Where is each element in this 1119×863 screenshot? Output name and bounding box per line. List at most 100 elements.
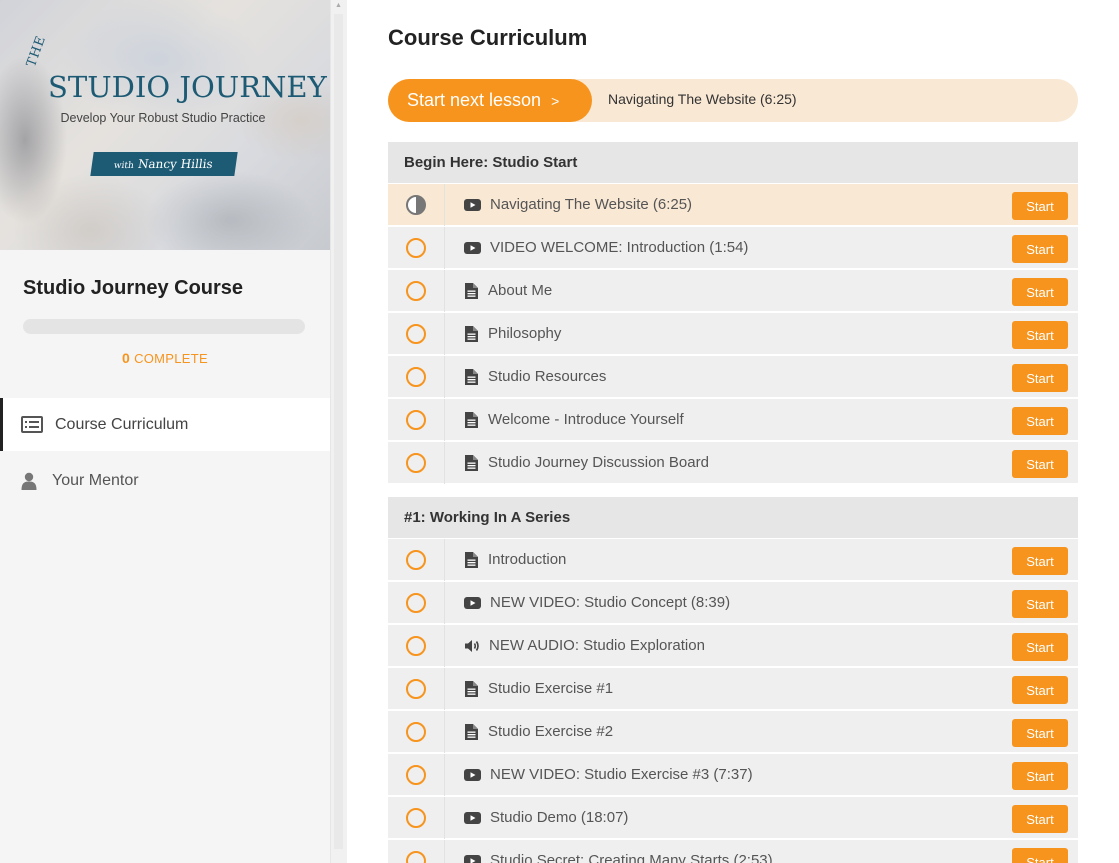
lesson-row[interactable]: Philosophy Start — [388, 312, 1078, 355]
youtube-icon — [464, 754, 481, 796]
lesson-title[interactable]: Studio Secret: Creating Many Starts (2:5… — [490, 840, 773, 863]
circle-icon — [406, 281, 426, 301]
start-next-lesson-label: Start next lesson — [407, 90, 542, 110]
start-lesson-button[interactable]: Start — [1012, 590, 1068, 618]
course-banner-image: THE STUDIO JOURNEY Develop Your Robust S… — [0, 0, 330, 250]
lesson-status-cell — [388, 356, 445, 398]
banner-title: STUDIO JOURNEY — [48, 70, 327, 104]
lesson-row[interactable]: Studio Exercise #2 Start — [388, 710, 1078, 753]
document-icon — [465, 539, 478, 581]
start-lesson-button[interactable]: Start — [1012, 450, 1068, 478]
lesson-title[interactable]: Studio Demo (18:07) — [490, 797, 628, 839]
document-icon — [465, 356, 478, 398]
lesson-row[interactable]: VIDEO WELCOME: Introduction (1:54) Start — [388, 226, 1078, 269]
sidebar: THE STUDIO JOURNEY Develop Your Robust S… — [0, 0, 330, 863]
scroll-up-icon[interactable]: ▲ — [334, 2, 343, 10]
lesson-title[interactable]: Philosophy — [488, 313, 561, 355]
lesson-title[interactable]: About Me — [488, 270, 552, 312]
nav-your-mentor-label: Your Mentor — [52, 471, 139, 489]
circle-icon — [406, 851, 426, 863]
section-header: #1: Working In A Series — [388, 497, 1078, 538]
youtube-icon — [464, 227, 481, 269]
start-next-lesson-button[interactable]: Start next lesson > — [388, 79, 592, 122]
lesson-title[interactable]: NEW VIDEO: Studio Concept (8:39) — [490, 582, 730, 624]
speaker-icon — [464, 625, 481, 667]
start-lesson-button[interactable]: Start — [1012, 805, 1068, 833]
page-title: Course Curriculum — [388, 25, 588, 50]
circle-icon — [406, 367, 426, 387]
lesson-title[interactable]: NEW VIDEO: Studio Exercise #3 (7:37) — [490, 754, 753, 796]
lesson-row[interactable]: Welcome - Introduce Yourself Start — [388, 398, 1078, 441]
lesson-title[interactable]: Studio Resources — [488, 356, 606, 398]
lesson-title[interactable]: Studio Exercise #1 — [488, 668, 613, 710]
circle-icon — [406, 636, 426, 656]
half-circle-icon — [406, 195, 426, 215]
sidebar-scrollbar-thumb[interactable] — [334, 14, 343, 849]
start-lesson-button[interactable]: Start — [1012, 278, 1068, 306]
lesson-title[interactable]: Introduction — [488, 539, 566, 581]
lesson-row[interactable]: NEW VIDEO: Studio Exercise #3 (7:37) Star… — [388, 753, 1078, 796]
lesson-status-cell — [388, 797, 445, 839]
start-lesson-button[interactable]: Start — [1012, 633, 1068, 661]
circle-icon — [406, 453, 426, 473]
start-lesson-button[interactable]: Start — [1012, 547, 1068, 575]
lesson-title[interactable]: Studio Journey Discussion Board — [488, 442, 709, 484]
document-icon — [465, 270, 478, 312]
nav-your-mentor[interactable]: Your Mentor — [0, 454, 330, 507]
lesson-status-cell — [388, 754, 445, 796]
lesson-row[interactable]: Studio Resources Start — [388, 355, 1078, 398]
circle-icon — [406, 550, 426, 570]
lesson-title[interactable]: Studio Exercise #2 — [488, 711, 613, 753]
lesson-title[interactable]: NEW AUDIO: Studio Exploration — [489, 625, 705, 667]
progress-label: 0 COMPLETE — [0, 350, 330, 366]
lesson-row[interactable]: Studio Exercise #1 Start — [388, 667, 1078, 710]
lesson-status-cell — [388, 227, 445, 269]
lesson-row[interactable]: Introduction Start — [388, 538, 1078, 581]
start-lesson-button[interactable]: Start — [1012, 192, 1068, 220]
progress-text: COMPLETE — [134, 351, 208, 366]
youtube-icon — [464, 840, 481, 863]
lesson-status-cell — [388, 539, 445, 581]
lesson-row[interactable]: Studio Demo (18:07) Start — [388, 796, 1078, 839]
nav-course-curriculum-label: Course Curriculum — [55, 415, 189, 433]
lesson-status-cell — [388, 840, 445, 863]
start-lesson-button[interactable]: Start — [1012, 235, 1068, 263]
circle-icon — [406, 324, 426, 344]
lesson-row[interactable]: Navigating The Website (6:25) Start — [388, 183, 1078, 226]
start-lesson-button[interactable]: Start — [1012, 321, 1068, 349]
document-icon — [465, 442, 478, 484]
start-lesson-button[interactable]: Start — [1012, 719, 1068, 747]
start-lesson-button[interactable]: Start — [1012, 364, 1068, 392]
lesson-status-cell — [388, 442, 445, 484]
lesson-row[interactable]: NEW VIDEO: Studio Concept (8:39) Start — [388, 581, 1078, 624]
start-lesson-button[interactable]: Start — [1012, 676, 1068, 704]
circle-icon — [406, 593, 426, 613]
banner-overlay — [0, 0, 330, 250]
lesson-status-cell — [388, 711, 445, 753]
lesson-row[interactable]: NEW AUDIO: Studio Exploration Start — [388, 624, 1078, 667]
start-lesson-button[interactable]: Start — [1012, 762, 1068, 790]
lesson-status-cell — [388, 184, 445, 226]
youtube-icon — [464, 184, 481, 226]
lesson-title[interactable]: Navigating The Website (6:25) — [490, 184, 692, 226]
circle-icon — [406, 238, 426, 258]
lesson-status-cell — [388, 625, 445, 667]
circle-icon — [406, 722, 426, 742]
lesson-row[interactable]: Studio Secret: Creating Many Starts (2:5… — [388, 839, 1078, 863]
lesson-title[interactable]: Welcome - Introduce Yourself — [488, 399, 684, 441]
nav-course-curriculum[interactable]: Course Curriculum — [0, 398, 330, 451]
course-title: Studio Journey Course — [23, 277, 244, 299]
section-header: Begin Here: Studio Start — [388, 142, 1078, 183]
lesson-row[interactable]: Studio Journey Discussion Board Start — [388, 441, 1078, 484]
chevron-right-icon: > — [551, 93, 560, 109]
lesson-status-cell — [388, 313, 445, 355]
lesson-title[interactable]: VIDEO WELCOME: Introduction (1:54) — [490, 227, 748, 269]
start-lesson-button[interactable]: Start — [1012, 407, 1068, 435]
lesson-row[interactable]: About Me Start — [388, 269, 1078, 312]
banner-author: Nancy Hillis — [137, 157, 214, 171]
lesson-status-cell — [388, 668, 445, 710]
lesson-status-cell — [388, 270, 445, 312]
next-lesson-title: Navigating The Website (6:25) — [608, 91, 797, 107]
start-lesson-button[interactable]: Start — [1012, 848, 1068, 863]
lesson-status-cell — [388, 582, 445, 624]
